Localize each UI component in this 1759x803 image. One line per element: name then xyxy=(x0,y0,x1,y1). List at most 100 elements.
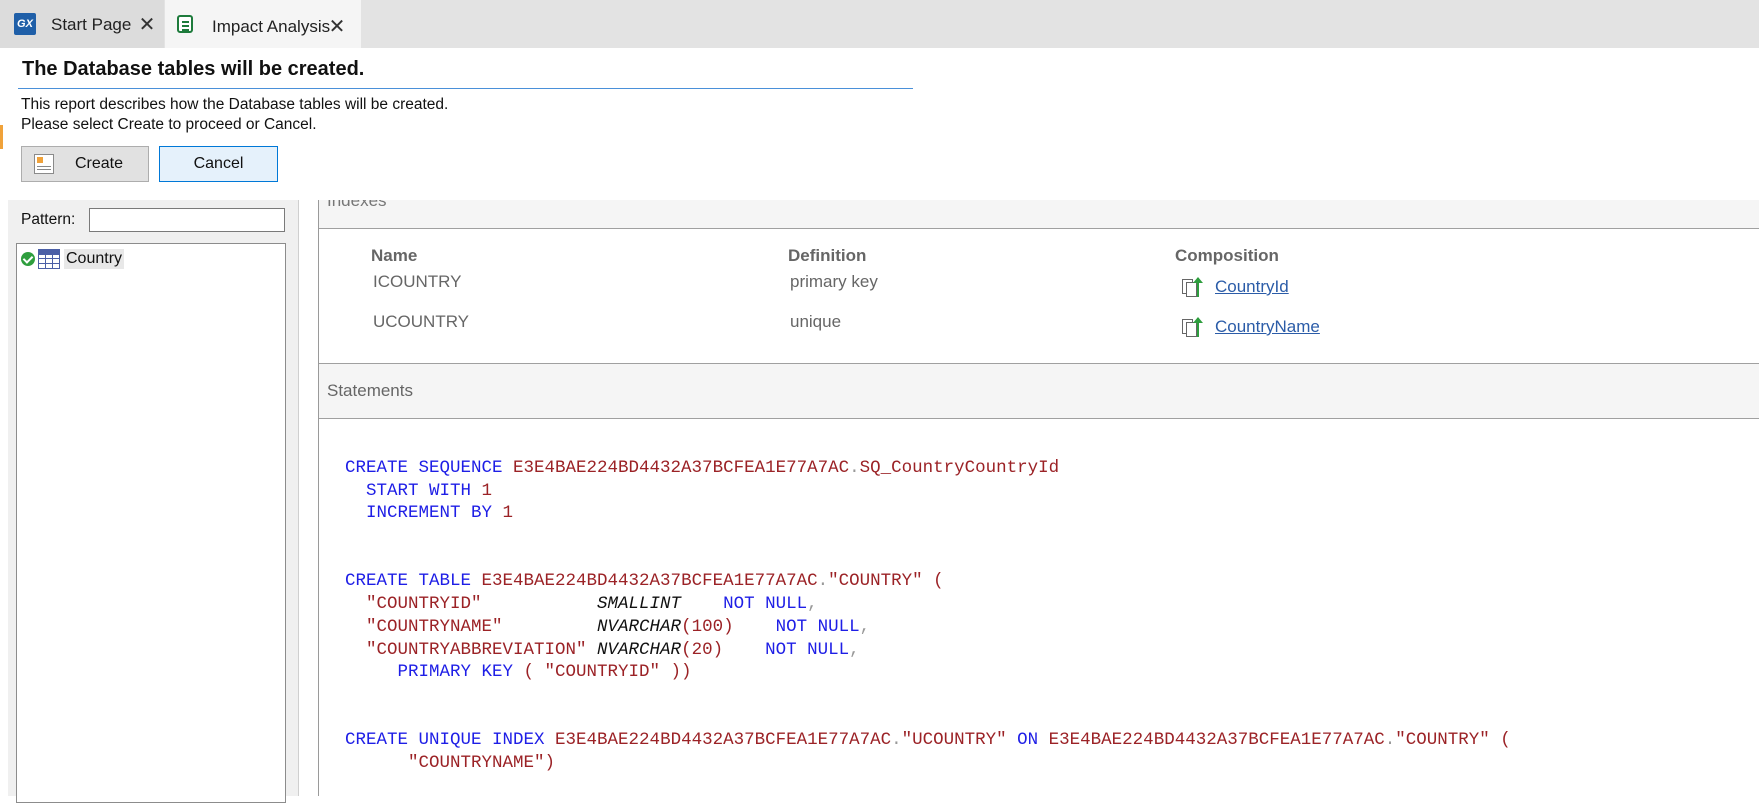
indexes-section-header: Indexes xyxy=(319,200,1759,228)
tab-start-page[interactable]: GX Start Page ✕ xyxy=(0,0,164,48)
close-tab-icon[interactable]: ✕ xyxy=(327,14,347,39)
sql-line xyxy=(345,525,1511,548)
sql-token: , xyxy=(859,616,871,637)
sql-token: E3E4BAE224BD4432A37BCFEA1E77A7AC xyxy=(481,571,818,592)
sql-line: INCREMENT BY 1 xyxy=(345,502,1511,525)
sql-line: "COUNTRYNAME") xyxy=(345,752,1511,775)
document-tab-strip: GX Start Page ✕ Impact Analysis ✕ xyxy=(0,0,1759,48)
tree-item-country[interactable]: Country xyxy=(21,248,125,270)
index-name: ICOUNTRY xyxy=(373,272,462,291)
gx-logo-icon: GX xyxy=(14,13,36,35)
sql-token: "COUNTRYABBREVIATION" xyxy=(345,639,598,660)
cancel-button[interactable]: Cancel xyxy=(159,146,278,182)
sql-token: CREATE TABLE xyxy=(345,571,482,592)
sql-token: E3E4BAE224BD4432A37BCFEA1E77A7AC xyxy=(1048,730,1385,751)
sql-token: "COUNTRYNAME" xyxy=(345,616,598,637)
column-header-name: Name xyxy=(371,246,418,265)
index-definition: unique xyxy=(790,312,842,331)
sql-line: CREATE SEQUENCE E3E4BAE224BD4432A37BCFEA… xyxy=(345,457,1511,480)
pane-splitter[interactable] xyxy=(291,200,298,796)
sql-token: ON xyxy=(1017,730,1049,751)
sql-token: "UCOUNTRY" xyxy=(901,730,1018,751)
content-border xyxy=(318,200,319,796)
sql-token: "COUNTRYID" xyxy=(345,594,598,615)
pattern-label: Pattern: xyxy=(21,211,76,228)
tree-item-label: Country xyxy=(64,249,125,269)
sql-line: CREATE UNIQUE INDEX E3E4BAE224BD4432A37B… xyxy=(345,729,1511,752)
object-list-pane: Pattern: Country xyxy=(8,200,291,803)
page-title: The Database tables will be created. xyxy=(22,58,365,80)
cancel-button-label: Cancel xyxy=(193,155,244,172)
sql-token: 1 xyxy=(481,480,493,501)
sql-token: ( "COUNTRYID" )) xyxy=(513,662,692,683)
description-text: This report describes how the Database t… xyxy=(21,96,449,113)
sql-line xyxy=(345,684,1511,707)
create-tables-icon xyxy=(34,154,54,174)
column-header-definition: Definition xyxy=(788,246,867,265)
create-button[interactable]: Create xyxy=(21,146,149,182)
check-ok-icon xyxy=(21,252,35,266)
instruction-text: Please select Create to proceed or Cance… xyxy=(21,116,317,133)
sql-token: . xyxy=(849,458,860,478)
indexes-title: Indexes xyxy=(327,200,387,210)
sql-token: 1 xyxy=(502,503,514,524)
sql-statements: CREATE SEQUENCE E3E4BAE224BD4432A37BCFEA… xyxy=(345,457,1511,775)
attribute-key-icon xyxy=(1180,316,1203,338)
sql-token: CREATE UNIQUE INDEX xyxy=(345,730,556,751)
title-divider xyxy=(18,88,913,89)
statements-section-header: Statements xyxy=(319,364,1759,418)
sql-token: START WITH xyxy=(345,480,482,501)
side-accent-marker xyxy=(0,125,3,149)
sql-token: . xyxy=(891,730,902,751)
sql-token: , xyxy=(807,594,818,615)
composition-link[interactable]: CountryName xyxy=(1215,317,1320,337)
indexes-divider xyxy=(319,228,1759,229)
sql-token: "COUNTRY" ( xyxy=(1395,730,1511,751)
sql-token: SQ_CountryCountryId xyxy=(859,458,1060,478)
sql-token: "COUNTRY" ( xyxy=(828,571,944,592)
table-tree[interactable]: Country xyxy=(16,243,286,803)
sql-token: E3E4BAE224BD4432A37BCFEA1E77A7AC xyxy=(513,458,850,478)
close-tab-icon[interactable]: ✕ xyxy=(137,12,157,37)
sql-token: NVARCHAR xyxy=(597,616,682,637)
sql-token: "COUNTRYNAME") xyxy=(345,752,556,773)
statements-title: Statements xyxy=(327,381,413,400)
sql-line: "COUNTRYABBREVIATION" NVARCHAR(20) NOT N… xyxy=(345,639,1511,662)
sql-line: "COUNTRYID" SMALLINT NOT NULL, xyxy=(345,593,1511,616)
impact-sheet-icon xyxy=(177,15,193,33)
index-name: UCOUNTRY xyxy=(373,312,470,331)
sql-line: CREATE TABLE E3E4BAE224BD4432A37BCFEA1E7… xyxy=(345,570,1511,593)
statements-divider xyxy=(319,418,1759,419)
tab-label: Start Page xyxy=(51,15,132,34)
column-header-composition: Composition xyxy=(1175,246,1279,265)
create-button-label: Create xyxy=(74,155,124,172)
sql-line: START WITH 1 xyxy=(345,480,1511,503)
sql-line xyxy=(345,548,1511,571)
sql-line: "COUNTRYNAME" NVARCHAR(100) NOT NULL, xyxy=(345,616,1511,639)
sql-token: E3E4BAE224BD4432A37BCFEA1E77A7AC xyxy=(555,730,892,751)
attribute-key-icon xyxy=(1180,276,1203,298)
tab-impact-analysis[interactable]: Impact Analysis ✕ xyxy=(165,0,361,48)
sql-token: CREATE SEQUENCE xyxy=(345,458,514,478)
sql-token: (100) xyxy=(681,616,734,637)
tab-label: Impact Analysis xyxy=(212,17,331,36)
sql-token: , xyxy=(849,639,860,660)
pattern-input[interactable] xyxy=(89,208,285,232)
index-definition: primary key xyxy=(790,272,878,291)
sql-line xyxy=(345,707,1511,730)
splitter-border xyxy=(298,200,299,796)
sql-token: INCREMENT BY xyxy=(345,503,503,524)
composition-link[interactable]: CountryId xyxy=(1215,277,1289,297)
sql-token: NOT NULL xyxy=(733,616,860,637)
sql-token: . xyxy=(817,571,829,592)
confirmation-panel: The Database tables will be created. Thi… xyxy=(8,48,1759,200)
sql-token: NVARCHAR xyxy=(597,639,682,660)
sql-token: (20) xyxy=(681,639,724,660)
sql-token: PRIMARY KEY xyxy=(345,662,514,683)
sql-token: . xyxy=(1384,730,1396,751)
sql-token: NOT NULL xyxy=(681,594,808,615)
sql-token: SMALLINT xyxy=(597,594,682,615)
sql-line: PRIMARY KEY ( "COUNTRYID" )) xyxy=(345,661,1511,684)
table-icon xyxy=(38,249,60,269)
sql-token: NOT NULL xyxy=(723,639,850,660)
